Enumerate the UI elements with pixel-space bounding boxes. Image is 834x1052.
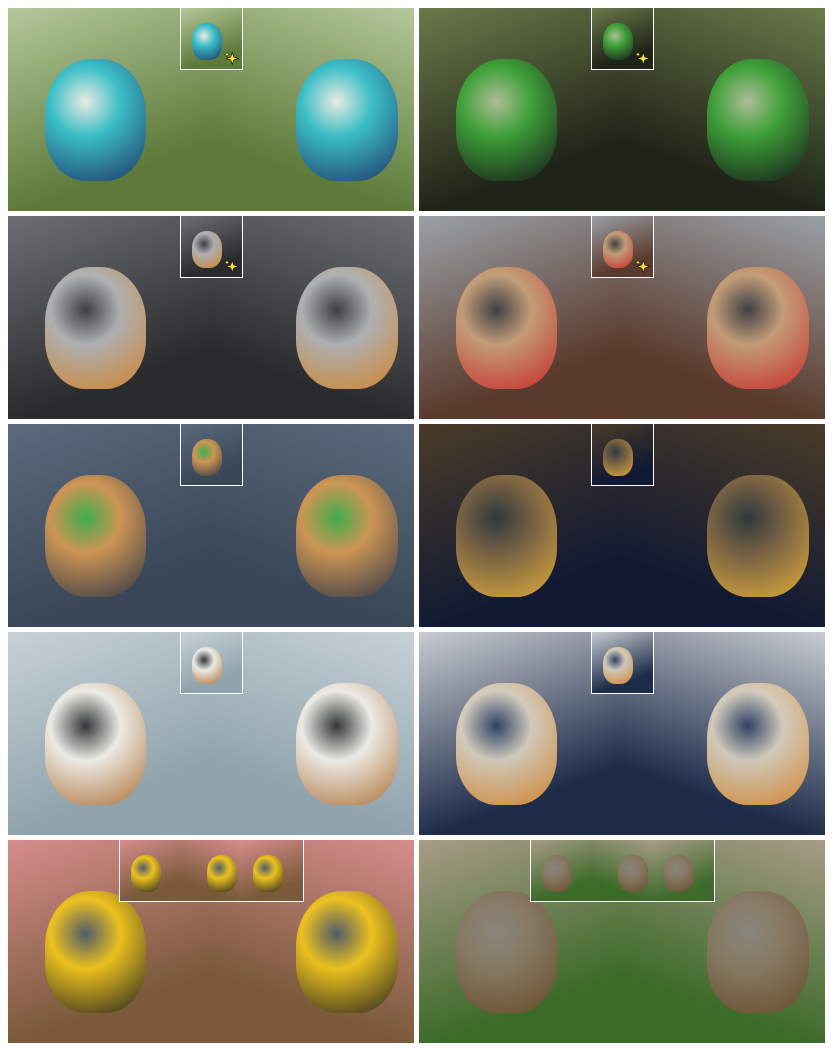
subject-shape (602, 647, 634, 684)
subject-shape (707, 266, 809, 389)
subject-shape (296, 266, 398, 389)
input-thumbnail (180, 632, 243, 694)
subject-shape (296, 474, 398, 597)
panel-espresso-martinis (419, 632, 825, 835)
panel-goblin (419, 8, 825, 211)
panel-crochet-bee (8, 8, 414, 211)
subject-shape (455, 682, 558, 805)
subject-shape (206, 855, 238, 892)
input-view (592, 632, 653, 693)
subject-shape (707, 58, 809, 181)
input-view (120, 840, 181, 901)
input-thumbnail (180, 8, 243, 70)
input-thumbnail (180, 216, 243, 278)
subject-shape (707, 474, 809, 597)
subject-shape (44, 58, 147, 181)
panel-golden-retriever (8, 424, 414, 627)
input-view (181, 424, 242, 485)
panel-teddy-bear (419, 216, 825, 419)
subject-shape (602, 231, 634, 268)
input-view (242, 840, 303, 901)
subject-shape (252, 855, 284, 892)
input-thumbnail (591, 424, 654, 486)
panel-lego-bulldozer (8, 840, 414, 1043)
sparkle-icon (635, 259, 650, 274)
novel-view-comparison-grid (0, 0, 834, 1052)
subject-shape (44, 266, 147, 389)
subject-shape (44, 474, 147, 597)
panel-garden-table (419, 840, 825, 1043)
input-thumbnail (119, 840, 304, 902)
subject-shape (602, 23, 634, 60)
input-view (592, 424, 653, 485)
subject-shape (707, 890, 809, 1013)
subject-shape (707, 682, 809, 805)
subject-shape (663, 855, 695, 892)
subject-shape (617, 855, 649, 892)
input-view (592, 840, 653, 901)
input-view (653, 840, 714, 901)
subject-shape (44, 890, 147, 1013)
input-view (181, 840, 242, 901)
panel-robot (8, 216, 414, 419)
subject-shape (296, 58, 398, 181)
sparkle-icon (635, 51, 650, 66)
subject-shape (191, 23, 223, 60)
subject-shape (455, 58, 558, 181)
subject-shape (541, 855, 573, 892)
subject-shape (191, 439, 223, 476)
input-view (531, 840, 592, 901)
subject-shape (191, 231, 223, 268)
panel-sheep (8, 632, 414, 835)
subject-shape (130, 855, 162, 892)
subject-shape (296, 890, 398, 1013)
panel-stone-bridge (419, 424, 825, 627)
sparkle-icon (224, 51, 239, 66)
subject-shape (455, 266, 558, 389)
input-view (181, 632, 242, 693)
input-thumbnail (591, 216, 654, 278)
input-thumbnail (530, 840, 715, 902)
sparkle-icon (224, 259, 239, 274)
input-thumbnail (591, 632, 654, 694)
subject-shape (455, 474, 558, 597)
subject-shape (191, 647, 223, 684)
subject-shape (296, 682, 398, 805)
subject-shape (44, 682, 147, 805)
input-thumbnail (180, 424, 243, 486)
subject-shape (602, 439, 634, 476)
subject-shape (455, 890, 558, 1013)
input-thumbnail (591, 8, 654, 70)
